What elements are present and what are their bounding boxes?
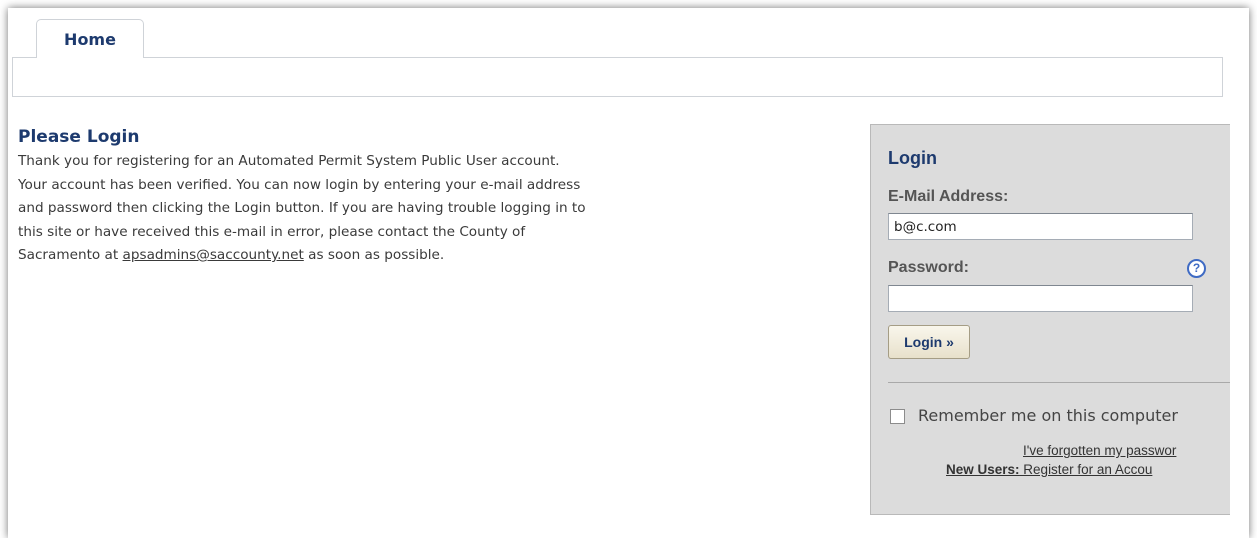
message-line: Your account has been verified. You can … — [18, 176, 581, 193]
password-label: Password: — [888, 259, 969, 276]
email-field[interactable] — [888, 213, 1193, 240]
help-icon[interactable]: ? — [1187, 259, 1206, 278]
login-button[interactable]: Login » — [888, 325, 970, 359]
message-text: as soon as possible. — [303, 247, 445, 263]
tab-panel — [12, 57, 1223, 97]
email-label: E-Mail Address: — [888, 188, 1009, 205]
tab-home[interactable]: Home — [36, 19, 144, 58]
login-panel-title: Login — [888, 148, 937, 168]
register-line: New Users: Register for an Accou — [946, 462, 1152, 477]
remember-me-label: Remember me on this computer — [918, 406, 1178, 425]
page-title: Please Login — [18, 127, 140, 147]
contact-email-link[interactable]: apsadmins@saccounty.net — [123, 247, 304, 263]
message-line: Sacramento at apsadmins@saccounty.net as… — [18, 244, 818, 268]
new-users-label: New Users: — [946, 462, 1020, 477]
password-field[interactable] — [888, 285, 1193, 312]
message-line: this site or have received this e-mail i… — [18, 223, 526, 240]
login-message: Thank you for registering for an Automat… — [18, 150, 818, 268]
login-panel: Login E-Mail Address: Password: ? Login … — [870, 124, 1230, 515]
message-text: Sacramento at — [18, 247, 123, 263]
forgot-password-link[interactable]: I've forgotten my passwor — [1023, 443, 1176, 458]
message-line: and password then clicking the Login but… — [18, 200, 586, 216]
remember-me-checkbox[interactable] — [890, 409, 905, 424]
divider — [888, 382, 1230, 383]
register-link[interactable]: Register for an Accou — [1020, 462, 1152, 477]
tab-home-label: Home — [64, 30, 116, 49]
message-line: Thank you for registering for an Automat… — [18, 153, 560, 169]
